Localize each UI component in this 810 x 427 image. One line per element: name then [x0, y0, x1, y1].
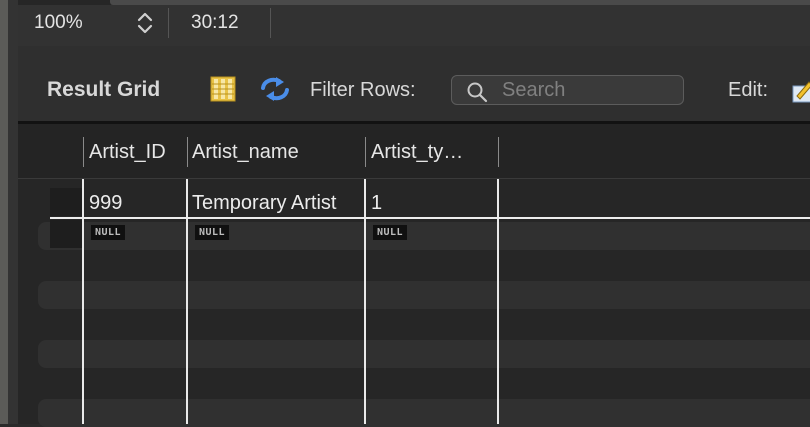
- cursor-position: 30:12: [191, 12, 239, 33]
- column-header-artist-id[interactable]: Artist_ID: [89, 141, 166, 164]
- row-selector[interactable]: [50, 220, 83, 248]
- column-divider: [82, 179, 84, 424]
- grid-stripe: [38, 281, 810, 309]
- window-edge-inner: [8, 0, 18, 424]
- column-divider: [497, 179, 499, 424]
- edit-pencil-icon[interactable]: [791, 78, 810, 104]
- result-grid-label: Result Grid: [47, 78, 161, 101]
- cell-artist-name[interactable]: Temporary Artist: [192, 192, 336, 215]
- zoom-level[interactable]: 100%: [34, 12, 83, 34]
- search-icon: [467, 82, 488, 103]
- null-badge-artist-type[interactable]: NULL: [373, 225, 408, 240]
- column-header-artist-name[interactable]: Artist_name: [192, 141, 299, 164]
- row-divider: [50, 217, 810, 219]
- filter-search-box[interactable]: [451, 75, 684, 105]
- grid-layout-icon[interactable]: [210, 76, 236, 102]
- filter-rows-label: Filter Rows:: [310, 79, 416, 101]
- header-separator[interactable]: [83, 137, 84, 167]
- row-selector[interactable]: [50, 188, 83, 216]
- search-input[interactable]: [502, 78, 672, 102]
- header-separator[interactable]: [365, 137, 366, 167]
- column-header-artist-type[interactable]: Artist_ty…: [371, 141, 463, 164]
- horizontal-scrollbar[interactable]: [110, 0, 810, 5]
- cell-artist-type[interactable]: 1: [371, 192, 382, 215]
- edit-label: Edit:: [728, 79, 769, 101]
- status-separator: [168, 8, 169, 38]
- cell-artist-id[interactable]: 999: [89, 192, 122, 215]
- grid-stripe: [38, 399, 810, 427]
- column-divider: [364, 179, 366, 424]
- header-separator[interactable]: [498, 137, 499, 167]
- zoom-stepper-icon[interactable]: [136, 10, 154, 36]
- editor-scrollbar-strip: [18, 0, 810, 5]
- refresh-icon[interactable]: [259, 76, 291, 102]
- grid-stripe: [38, 340, 810, 368]
- column-divider: [186, 179, 188, 424]
- null-badge-artist-name[interactable]: NULL: [195, 225, 230, 240]
- header-separator[interactable]: [187, 137, 188, 167]
- status-separator: [270, 8, 271, 38]
- window-edge: [0, 0, 8, 424]
- grid-stripe: [38, 222, 810, 250]
- null-badge-artist-id[interactable]: NULL: [91, 225, 126, 240]
